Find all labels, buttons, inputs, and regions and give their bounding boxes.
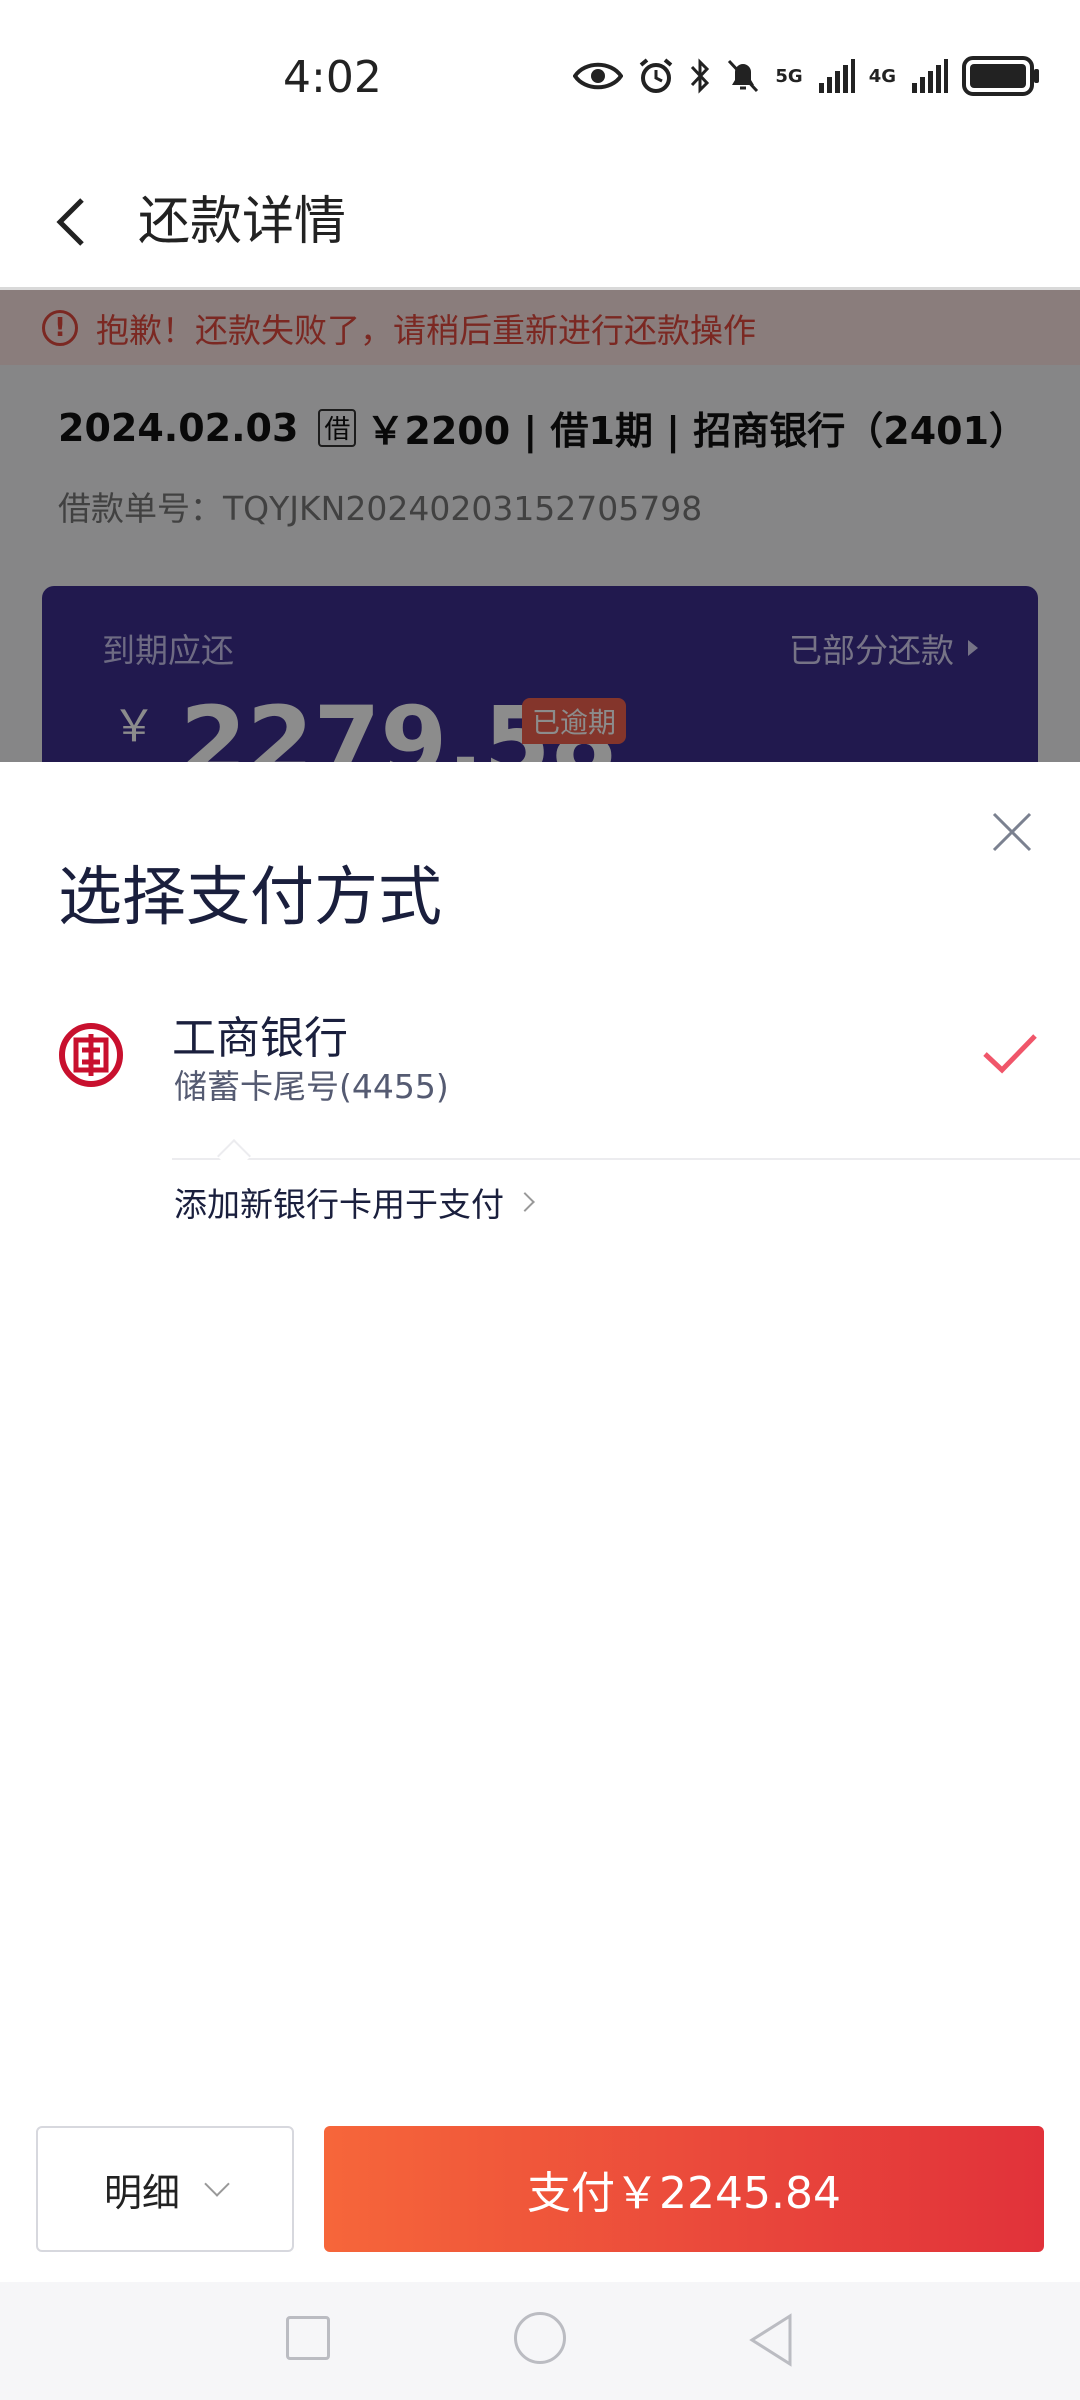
network-5g-label: 5G	[775, 65, 803, 87]
pay-button[interactable]: 支付￥2245.84	[324, 2126, 1044, 2252]
icbc-logo-icon	[59, 1023, 123, 1087]
sheet-title: 选择支付方式	[58, 861, 442, 935]
network-4g-label: 4G	[868, 65, 896, 87]
modal-backdrop[interactable]	[0, 290, 1080, 762]
signal-icon	[912, 59, 948, 93]
app-root: 4:02 5G 4G 还款详情 ! 抱歉！还款失败了，请稍后重新进行还款操作 2…	[0, 0, 1080, 2400]
detail-label: 明细	[103, 2170, 180, 2215]
app-header: 还款详情	[0, 160, 1080, 290]
bank-name: 工商银行	[172, 1013, 348, 1064]
close-icon	[992, 812, 1032, 852]
back-arrow-icon	[56, 198, 84, 246]
signal-icon	[818, 59, 855, 93]
mute-icon	[728, 59, 759, 93]
system-nav-bar	[0, 2282, 1080, 2400]
recent-apps-button[interactable]	[286, 2316, 330, 2360]
bluetooth-icon	[691, 58, 710, 94]
chevron-down-icon	[204, 2171, 230, 2197]
eye-icon	[573, 62, 624, 90]
chevron-right-icon	[515, 1192, 535, 1212]
page-title: 还款详情	[138, 192, 347, 252]
status-time: 4:02	[283, 52, 382, 103]
nav-back-icon[interactable]	[746, 2312, 796, 2368]
divider	[172, 1158, 1080, 1160]
divider-notch	[217, 1139, 251, 1173]
alarm-icon	[640, 58, 673, 93]
status-icons: 5G 4G	[573, 56, 1040, 96]
back-button[interactable]	[30, 182, 110, 262]
bank-option-icbc[interactable]: 工商银行 储蓄卡尾号(4455)	[0, 1002, 1080, 1118]
check-icon	[983, 1034, 1037, 1074]
action-bar: 明细 支付￥2245.84	[0, 2106, 1080, 2256]
detail-button[interactable]: 明细	[36, 2126, 294, 2252]
battery-icon	[962, 56, 1039, 96]
home-button[interactable]	[514, 2312, 566, 2364]
close-button[interactable]	[982, 802, 1042, 862]
add-bank-card-label: 添加新银行卡用于支付	[174, 1185, 504, 1224]
bank-card-detail: 储蓄卡尾号(4455)	[174, 1067, 449, 1106]
add-bank-card-link[interactable]: 添加新银行卡用于支付	[174, 1178, 535, 1226]
status-bar: 4:02 5G 4G	[0, 0, 1080, 160]
